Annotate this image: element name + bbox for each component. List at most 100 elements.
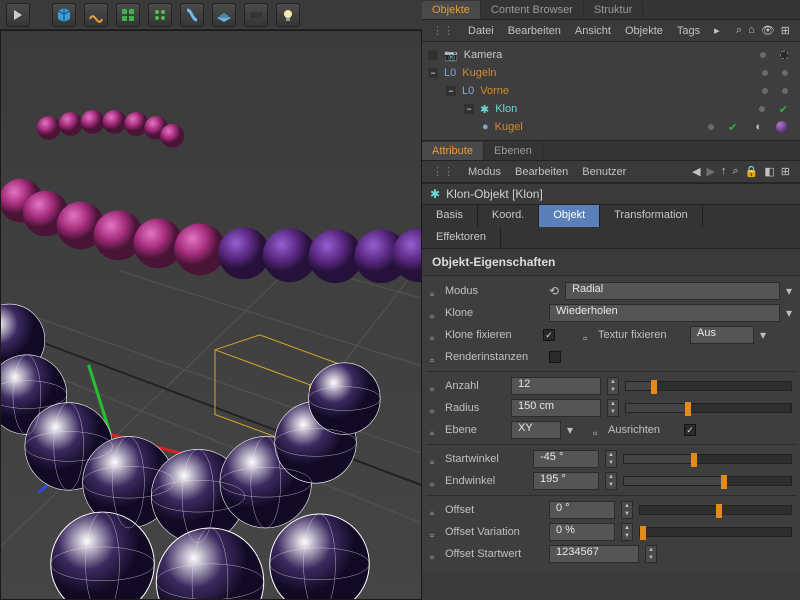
new-icon[interactable]: ◧ (764, 165, 774, 178)
endangle-input[interactable]: 195 ° (533, 472, 599, 490)
offset-seed-stepper[interactable]: ▲▼ (645, 545, 657, 563)
offset-stepper[interactable]: ▲▼ (621, 501, 633, 519)
chevron-down-icon[interactable]: ▾ (567, 423, 573, 437)
material-tag-icon[interactable] (776, 121, 788, 133)
lock-icon[interactable]: 🔒 (745, 165, 759, 178)
endangle-slider[interactable] (623, 476, 792, 486)
menu-objects[interactable]: Objekte (625, 25, 663, 37)
chevron-down-icon[interactable]: ▾ (786, 284, 792, 298)
radius-stepper[interactable]: ▲▼ (607, 399, 619, 417)
offset-var-input[interactable]: 0 % (549, 523, 615, 541)
phong-tag-icon[interactable]: ◐ (755, 121, 762, 133)
subtab-transformation[interactable]: Transformation (600, 205, 703, 227)
viewport-3d[interactable] (0, 30, 422, 600)
floor-icon[interactable] (212, 3, 236, 27)
tab-content-browser[interactable]: Content Browser (481, 1, 584, 19)
eye-icon[interactable]: 👁 (761, 24, 775, 37)
nav-fwd-icon[interactable]: ▶ (707, 165, 715, 178)
scene-tree[interactable]: 📷 Kamera − L0 Kugeln − L0 Vorne − ✱ Klon… (422, 42, 800, 141)
subtab-basis[interactable]: Basis (422, 205, 478, 227)
tab-structure[interactable]: Struktur (584, 1, 644, 19)
deformer-icon[interactable] (180, 3, 204, 27)
menu-view[interactable]: Ansicht (575, 25, 611, 37)
align-checkbox[interactable] (684, 424, 696, 436)
subtab-coord[interactable]: Koord. (478, 205, 539, 227)
search-icon[interactable]: ⌕ (733, 165, 739, 178)
nav-up-icon[interactable]: ↑ (721, 165, 727, 178)
offset-input[interactable]: 0 ° (549, 501, 615, 519)
section-header: Objekt-Eigenschaften (422, 249, 800, 276)
cloner-icon: ✱ (430, 187, 440, 201)
radius-input[interactable]: 150 cm (511, 399, 601, 417)
tab-objects[interactable]: Objekte (422, 1, 481, 19)
tree-label: Kugeln (462, 67, 756, 79)
menu-tags[interactable]: Tags (677, 25, 700, 37)
subtab-object[interactable]: Objekt (539, 205, 600, 227)
tree-label: Klon (495, 103, 753, 115)
array-icon[interactable] (148, 3, 172, 27)
subtab-effectors[interactable]: Effektoren (422, 227, 501, 248)
nav-back-icon[interactable]: ◀ (692, 165, 700, 178)
count-stepper[interactable]: ▲▼ (607, 377, 619, 395)
main-toolbar (0, 0, 422, 30)
menu-file[interactable]: Datei (468, 25, 494, 37)
home-icon[interactable]: ⌂ (748, 24, 755, 37)
play-icon[interactable] (6, 3, 30, 27)
tab-attributes[interactable]: Attribute (422, 142, 484, 160)
expand-icon[interactable]: − (428, 68, 438, 78)
menu-more-icon[interactable]: ▸ (714, 24, 720, 37)
tree-item-vorne[interactable]: − L0 Vorne (424, 82, 798, 100)
label-fix-clones: Klone fixieren (445, 329, 537, 341)
chevron-down-icon[interactable]: ▾ (786, 306, 792, 320)
object-title: Klon-Objekt [Klon] (446, 187, 543, 201)
endangle-stepper[interactable]: ▲▼ (605, 472, 617, 490)
tree-item-klon[interactable]: − ✱ Klon ✔ (424, 100, 798, 118)
label-render-inst: Renderinstanzen (445, 351, 543, 363)
render-inst-checkbox[interactable] (549, 351, 561, 363)
clones-select[interactable]: Wiederholen (549, 304, 780, 322)
panel-add-icon[interactable]: ⊞ (781, 165, 790, 178)
attr-menu-edit[interactable]: Bearbeiten (515, 166, 568, 178)
label-radius: Radius (445, 402, 505, 414)
menu-edit[interactable]: Bearbeiten (508, 25, 561, 37)
offset-slider[interactable] (639, 505, 792, 515)
startangle-input[interactable]: -45 ° (533, 450, 599, 468)
expand-icon[interactable] (428, 50, 438, 60)
startangle-slider[interactable] (623, 454, 792, 464)
offset-var-slider[interactable] (639, 527, 792, 537)
null-icon: L0 (462, 85, 474, 97)
offset-var-stepper[interactable]: ▲▼ (621, 523, 633, 541)
camera-icon[interactable] (244, 3, 268, 27)
attribute-tabs: Attribute Ebenen (422, 141, 800, 161)
mode-select[interactable]: Radial (565, 282, 780, 300)
attr-menu-user[interactable]: Benutzer (582, 166, 626, 178)
count-slider[interactable] (625, 381, 792, 391)
fix-clones-checkbox[interactable] (543, 329, 555, 341)
cloner-icon[interactable] (116, 3, 140, 27)
cloner-icon: ✱ (480, 103, 489, 116)
sphere-icon: ● (482, 121, 489, 133)
panel-add-icon[interactable]: ⊞ (781, 24, 790, 37)
tab-layers[interactable]: Ebenen (484, 142, 543, 160)
offset-seed-input[interactable]: 1234567 (549, 545, 639, 563)
tree-item-kugel[interactable]: ● Kugel ✔ ◐ (424, 118, 798, 136)
label-endangle: Endwinkel (445, 475, 527, 487)
attr-menu-mode[interactable]: Modus (468, 166, 501, 178)
chevron-down-icon[interactable]: ▾ (760, 328, 766, 342)
count-input[interactable]: 12 (511, 377, 601, 395)
expand-icon[interactable]: − (446, 86, 456, 96)
tree-label: Vorne (480, 85, 756, 97)
cube-primitive-icon[interactable] (52, 3, 76, 27)
expand-icon[interactable]: − (464, 104, 474, 114)
fix-texture-select[interactable]: Aus (690, 326, 754, 344)
label-modus: Modus (445, 285, 543, 297)
tree-item-kugeln[interactable]: − L0 Kugeln (424, 64, 798, 82)
startangle-stepper[interactable]: ▲▼ (605, 450, 617, 468)
plane-select[interactable]: XY (511, 421, 561, 439)
disclosure-icon[interactable]: ▫ (430, 287, 439, 296)
search-icon[interactable]: ⌕ (736, 24, 742, 37)
radius-slider[interactable] (625, 403, 792, 413)
light-icon[interactable] (276, 3, 300, 27)
spline-icon[interactable] (84, 3, 108, 27)
tree-item-kamera[interactable]: 📷 Kamera (424, 46, 798, 64)
